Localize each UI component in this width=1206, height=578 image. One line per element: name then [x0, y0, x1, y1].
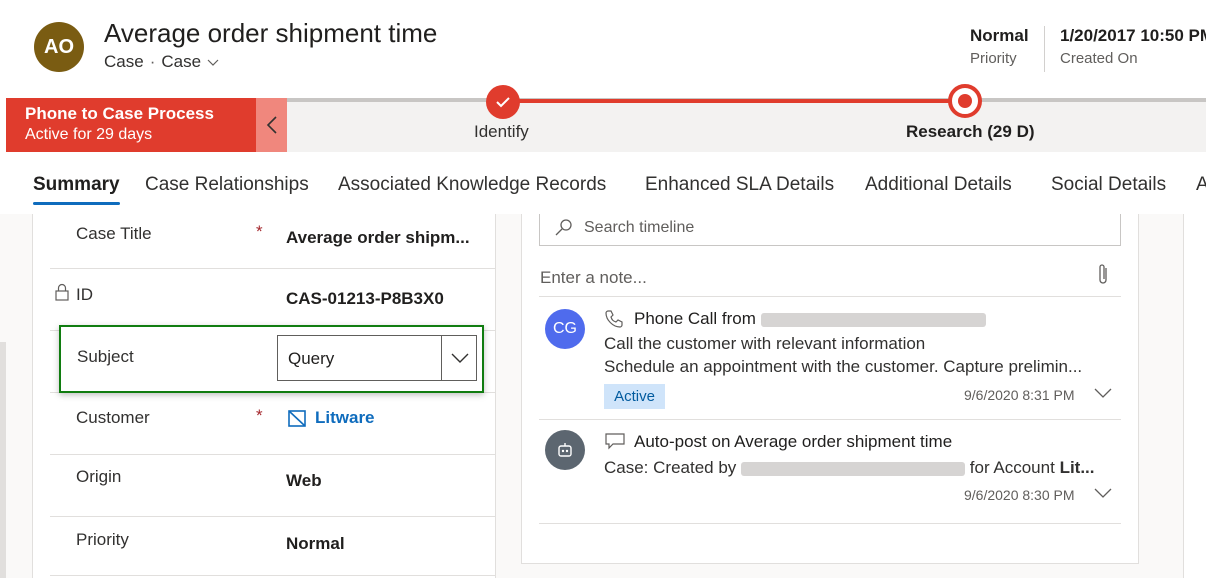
- required-indicator: *: [256, 406, 263, 425]
- separator-dot: ·: [149, 52, 156, 71]
- record-title: Average order shipment time: [104, 18, 438, 48]
- chevron-left-icon: [266, 116, 277, 134]
- chevron-down-icon[interactable]: [450, 349, 470, 367]
- case-id-value: CAS-01213-P8B3X0: [286, 289, 444, 308]
- tab-social-details[interactable]: Social Details: [1051, 174, 1166, 196]
- post-text-mid: for Account: [969, 458, 1055, 477]
- chevron-down-icon[interactable]: [207, 56, 219, 68]
- header-created-field: 1/20/2017 10:50 PM Created On: [1060, 26, 1206, 67]
- timeline-item-subject: Call the customer with relevant informat…: [604, 334, 926, 353]
- form-selector[interactable]: Case: [161, 52, 201, 72]
- record-header: AO Average order shipment time Case · Ca…: [0, 0, 1206, 98]
- phone-icon: [605, 310, 623, 328]
- header-created-value: 1/20/2017 10:50 PM: [1060, 26, 1206, 45]
- timeline-divider: [539, 523, 1121, 524]
- note-input[interactable]: Enter a note...: [540, 268, 647, 288]
- timeline-search-input[interactable]: Search timeline: [539, 214, 1121, 246]
- process-flyout-button[interactable]: Phone to Case Process Active for 29 days: [6, 98, 256, 152]
- customer-lookup-link[interactable]: Litware: [287, 408, 375, 428]
- scrollbar-edge[interactable]: [0, 342, 6, 578]
- required-indicator: *: [256, 222, 263, 241]
- attachment-icon[interactable]: [1096, 262, 1110, 286]
- status-badge: Active: [604, 384, 665, 409]
- field-label: Origin: [76, 467, 122, 486]
- tab-case-relationships[interactable]: Case Relationships: [145, 174, 309, 196]
- header-created-label: Created On: [1060, 50, 1138, 67]
- stage-research-marker[interactable]: [948, 84, 982, 118]
- phone-call-title: Phone Call from: [634, 309, 756, 328]
- chevron-down-icon[interactable]: [1093, 386, 1113, 400]
- tab-summary[interactable]: Summary: [33, 174, 120, 196]
- timeline-timestamp: 9/6/2020 8:30 PM: [964, 487, 1075, 503]
- timeline-item-description: Schedule an appointment with the custome…: [604, 357, 1083, 376]
- customer-value: Litware: [315, 408, 375, 427]
- chevron-down-icon[interactable]: [1093, 486, 1113, 500]
- field-row-customer: Customer *: [50, 393, 495, 455]
- active-stage-dot: [958, 94, 972, 108]
- tab-additional-details[interactable]: Additional Details: [865, 174, 1012, 196]
- timeline-item-description: Case: Created by for Account Lit...: [604, 458, 1095, 478]
- field-label: ID: [76, 285, 93, 304]
- lock-icon: [55, 283, 69, 301]
- tab-enhanced-sla-details[interactable]: Enhanced SLA Details: [645, 174, 834, 196]
- stage-research-label[interactable]: Research (29 D): [906, 122, 1035, 142]
- process-active-duration: Active for 29 days: [25, 126, 153, 143]
- timeline-divider: [539, 296, 1121, 297]
- case-title-value[interactable]: Average order shipm...: [286, 228, 470, 248]
- record-subtitle: Case · Case: [104, 52, 219, 72]
- field-row-case-title: Case Title * Average order shipm...: [50, 207, 495, 269]
- post-icon: [605, 433, 625, 450]
- field-label: Case Title: [76, 224, 152, 243]
- timeline-timestamp: 9/6/2020 8:31 PM: [964, 387, 1075, 403]
- active-tab-indicator: [33, 202, 120, 205]
- form-tabs: Summary Case Relationships Associated Kn…: [0, 152, 1206, 214]
- field-label: Customer: [76, 408, 150, 427]
- redacted-name: [741, 461, 966, 476]
- header-priority-value: Normal: [970, 26, 1029, 45]
- header-divider: [1044, 26, 1045, 72]
- header-priority-label: Priority: [970, 50, 1017, 67]
- bot-icon: [558, 443, 572, 457]
- entity-name: Case: [104, 52, 144, 71]
- subject-select[interactable]: Query: [277, 335, 477, 381]
- field-row-id: ID CAS-01213-P8B3X0: [50, 269, 495, 331]
- field-row-priority: Priority Normal: [50, 514, 495, 576]
- select-separator: [441, 336, 442, 380]
- process-collapse-button[interactable]: [256, 98, 287, 152]
- priority-value[interactable]: Normal: [286, 534, 345, 554]
- record-avatar: AO: [34, 22, 84, 72]
- post-text-prefix: Case: Created by: [604, 458, 737, 477]
- checkmark-icon: [496, 97, 510, 108]
- field-label: Priority: [76, 530, 129, 549]
- tab-overflow[interactable]: A: [1196, 174, 1206, 196]
- post-text-account: Lit...: [1059, 458, 1095, 477]
- header-priority-field: Normal Priority: [970, 26, 1029, 67]
- origin-value[interactable]: Web: [286, 471, 322, 491]
- account-icon: [288, 410, 306, 427]
- field-row-origin: Origin Web: [50, 455, 495, 517]
- timeline-avatar: CG: [545, 309, 585, 349]
- right-panel: [1183, 214, 1206, 578]
- bot-avatar: [545, 430, 585, 470]
- stage-identify-marker[interactable]: [486, 85, 520, 119]
- subject-select-value: Query: [288, 349, 335, 368]
- stage-identify-label[interactable]: Identify: [474, 122, 529, 142]
- timeline-divider: [539, 419, 1121, 420]
- timeline-item-title[interactable]: Phone Call from: [634, 309, 986, 329]
- field-label: Subject: [77, 347, 134, 366]
- tab-associated-knowledge-records[interactable]: Associated Knowledge Records: [338, 174, 606, 196]
- search-placeholder: Search timeline: [584, 219, 695, 236]
- search-icon: [555, 219, 572, 236]
- process-progress-line: [503, 99, 965, 103]
- process-name: Phone to Case Process: [25, 104, 214, 123]
- timeline-item-title[interactable]: Auto-post on Average order shipment time: [634, 432, 952, 452]
- redacted-name: [760, 312, 986, 327]
